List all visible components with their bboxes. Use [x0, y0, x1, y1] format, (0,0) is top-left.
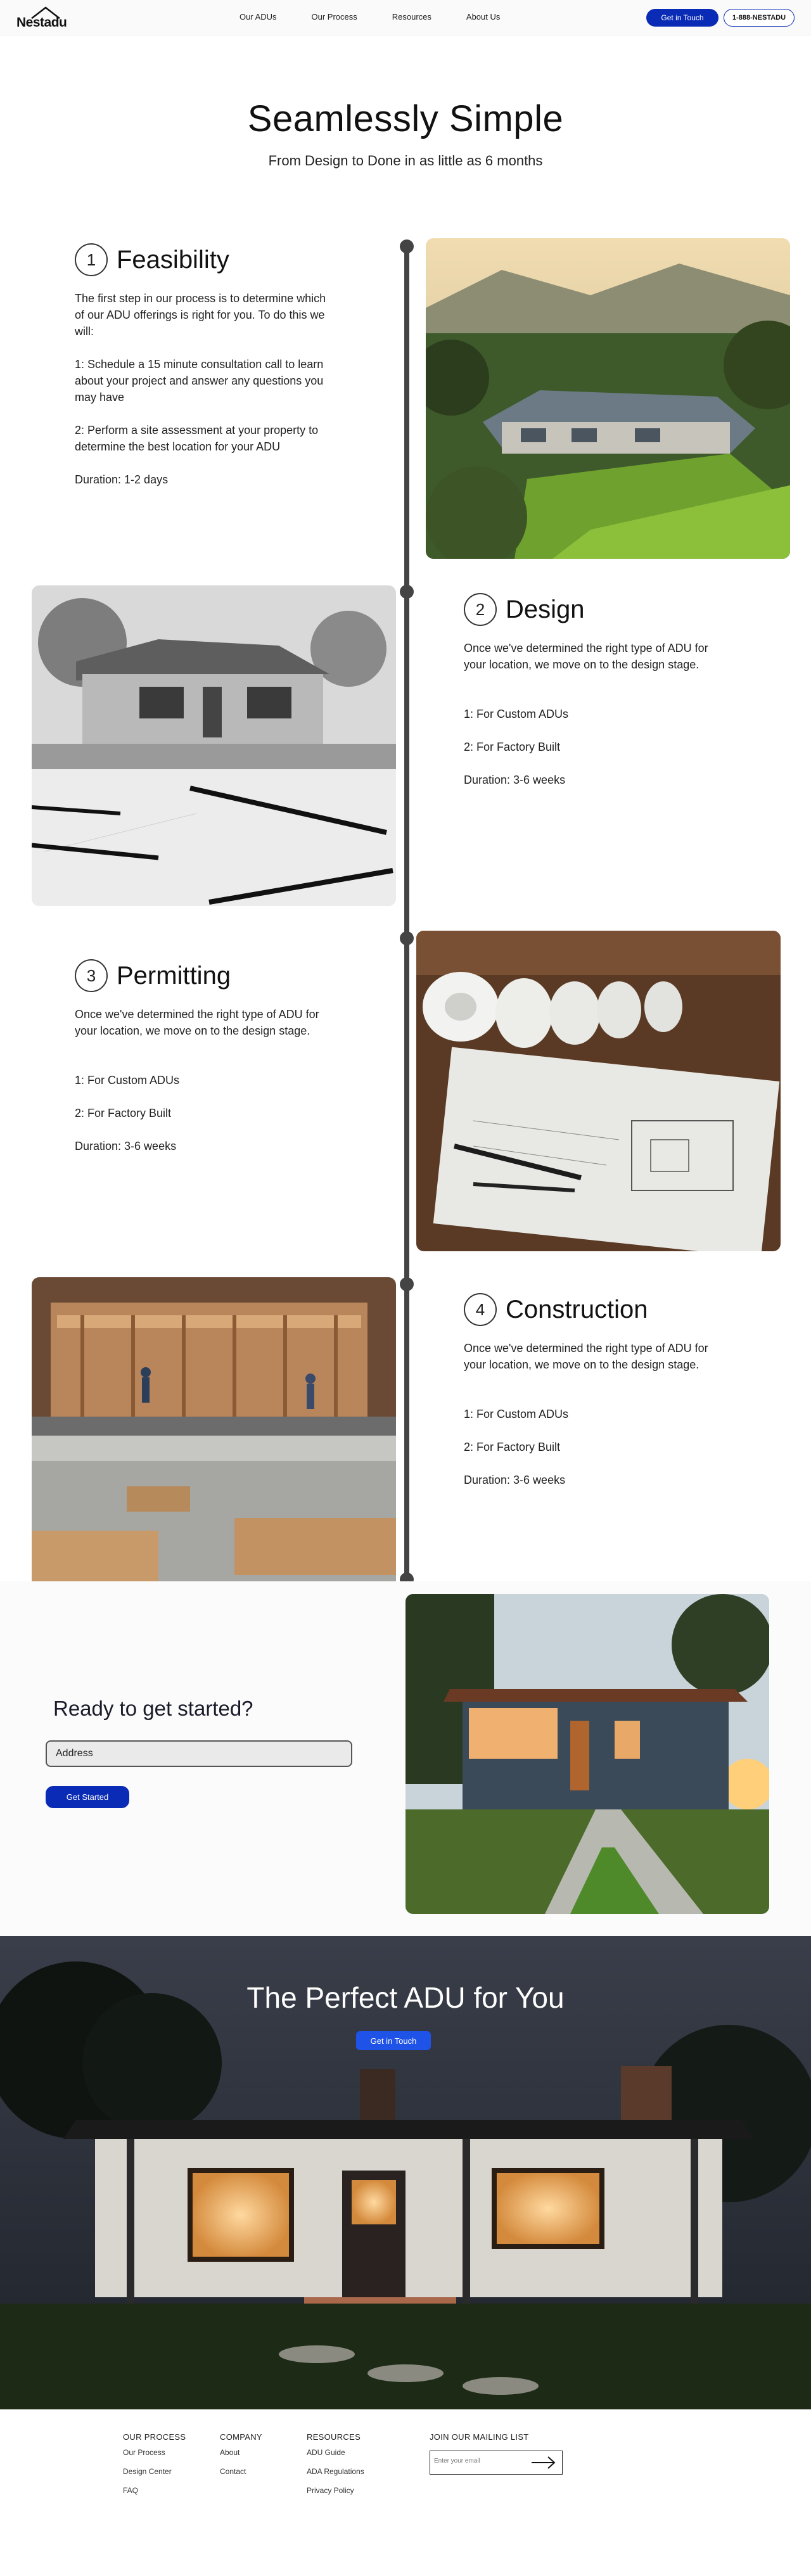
step-duration: Duration: 1-2 days — [75, 473, 169, 486]
step-paragraph: 1: Schedule a 15 minute consultation cal… — [75, 358, 324, 404]
step-paragraph: Once we've determined the right type of … — [464, 1342, 708, 1371]
step-paragraph: Once we've determined the right type of … — [464, 642, 708, 671]
step-duration: Duration: 3-6 weeks — [464, 774, 566, 786]
footer-col-resources: RESOURCES ADU Guide ADA Regulations Priv… — [307, 2432, 364, 2505]
get-started-section: Ready to get started? Get Started — [0, 1581, 811, 1936]
step-paragraph: 2: Perform a site assessment at your pro… — [75, 424, 319, 453]
step-number: 2 — [464, 593, 497, 626]
step-number: 4 — [464, 1293, 497, 1326]
footer-heading: COMPANY — [220, 2432, 262, 2442]
email-field[interactable] — [434, 2458, 523, 2464]
top-nav: Nestadu Our ADUs Our Process Resources A… — [0, 0, 811, 35]
step-paragraph: 2: For Factory Built — [75, 1107, 172, 1119]
step-description: Once we've determined the right type of … — [464, 1340, 717, 1488]
step-permitting: 3 Permitting Once we've determined the r… — [75, 959, 328, 1171]
footer-col-company: COMPANY About Contact — [220, 2432, 262, 2486]
logo[interactable]: Nestadu — [16, 4, 80, 32]
step-paragraph: 1: For Custom ADUs — [464, 708, 569, 720]
finished-adu-image — [406, 1594, 769, 1914]
timeline-line — [404, 245, 409, 1581]
step-title: Construction — [506, 1295, 648, 1323]
step-feasibility: 1 Feasibility The first step in our proc… — [75, 243, 328, 504]
step-construction: 4 Construction Once we've determined the… — [464, 1293, 717, 1505]
footer-col-our-process: OUR PROCESS Our Process Design Center FA… — [123, 2432, 186, 2505]
step-design: 2 Design Once we've determined the right… — [464, 593, 717, 805]
step-description: Once we've determined the right type of … — [75, 1006, 328, 1154]
step-number: 1 — [75, 243, 108, 276]
footer-link-ada-regulations[interactable]: ADA Regulations — [307, 2467, 364, 2476]
footer-link-contact[interactable]: Contact — [220, 2467, 262, 2476]
blueprints-image — [416, 931, 781, 1251]
phone-button[interactable]: 1-888-NESTADU — [724, 9, 795, 27]
footer-link-adu-guide[interactable]: ADU Guide — [307, 2448, 364, 2457]
step-duration: Duration: 3-6 weeks — [75, 1140, 177, 1152]
step-duration: Duration: 3-6 weeks — [464, 1474, 566, 1486]
nav-link-about-us[interactable]: About Us — [466, 12, 500, 22]
nav-link-our-process[interactable]: Our Process — [312, 12, 357, 22]
page-title: Seamlessly Simple — [247, 98, 564, 139]
step-description: Once we've determined the right type of … — [464, 640, 717, 788]
email-field-container — [430, 2451, 563, 2475]
footer-heading: RESOURCES — [307, 2432, 361, 2442]
mailing-list-heading: JOIN OUR MAILING LIST — [430, 2432, 529, 2442]
timeline-dot — [400, 585, 414, 599]
get-in-touch-button[interactable]: Get in Touch — [646, 9, 718, 27]
perfect-adu-banner: The Perfect ADU for You Get in Touch — [0, 1936, 811, 2409]
step-paragraph: 1: For Custom ADUs — [75, 1074, 180, 1087]
footer-link-our-process[interactable]: Our Process — [123, 2448, 186, 2457]
timeline-dot — [400, 1277, 414, 1291]
nav-link-resources[interactable]: Resources — [392, 12, 431, 22]
footer-link-design-center[interactable]: Design Center — [123, 2467, 186, 2476]
banner-heading: The Perfect ADU for You — [246, 1981, 565, 2014]
logo-text: Nestadu — [16, 15, 67, 30]
step-title: Design — [506, 595, 585, 623]
hero-section: Seamlessly Simple From Design to Done in… — [0, 35, 811, 194]
step-title: Permitting — [117, 961, 231, 990]
footer-link-faq[interactable]: FAQ — [123, 2486, 186, 2495]
step-number: 3 — [75, 959, 108, 992]
step-paragraph: The first step in our process is to dete… — [75, 292, 326, 338]
arrow-right-icon[interactable] — [530, 2456, 557, 2470]
footer: OUR PROCESS Our Process Design Center FA… — [0, 2409, 811, 2575]
cta-heading: Ready to get started? — [53, 1697, 253, 1720]
step-title: Feasibility — [117, 245, 229, 274]
nav-link-our-adus[interactable]: Our ADUs — [239, 12, 277, 22]
mailing-list: JOIN OUR MAILING LIST — [430, 2432, 563, 2475]
timeline-dot — [400, 239, 414, 253]
construction-image — [32, 1277, 396, 1598]
step-paragraph: 2: For Factory Built — [464, 1441, 561, 1453]
process-timeline: 1 Feasibility The first step in our proc… — [0, 194, 811, 1598]
footer-link-about[interactable]: About — [220, 2448, 262, 2457]
footer-heading: OUR PROCESS — [123, 2432, 186, 2442]
step-description: The first step in our process is to dete… — [75, 290, 328, 488]
address-input[interactable] — [46, 1740, 352, 1767]
footer-link-privacy-policy[interactable]: Privacy Policy — [307, 2486, 364, 2495]
step-paragraph: 2: For Factory Built — [464, 741, 561, 753]
design-sketch-image — [32, 585, 396, 906]
page-subtitle: From Design to Done in as little as 6 mo… — [268, 153, 543, 169]
step-paragraph: Once we've determined the right type of … — [75, 1008, 319, 1037]
step-paragraph: 1: For Custom ADUs — [464, 1408, 569, 1420]
feasibility-house-image — [426, 238, 790, 559]
timeline-dot — [400, 931, 414, 945]
banner-get-in-touch-button[interactable]: Get in Touch — [356, 2031, 431, 2050]
main-nav: Our ADUs Our Process Resources About Us — [239, 12, 535, 22]
get-started-button[interactable]: Get Started — [46, 1786, 129, 1808]
